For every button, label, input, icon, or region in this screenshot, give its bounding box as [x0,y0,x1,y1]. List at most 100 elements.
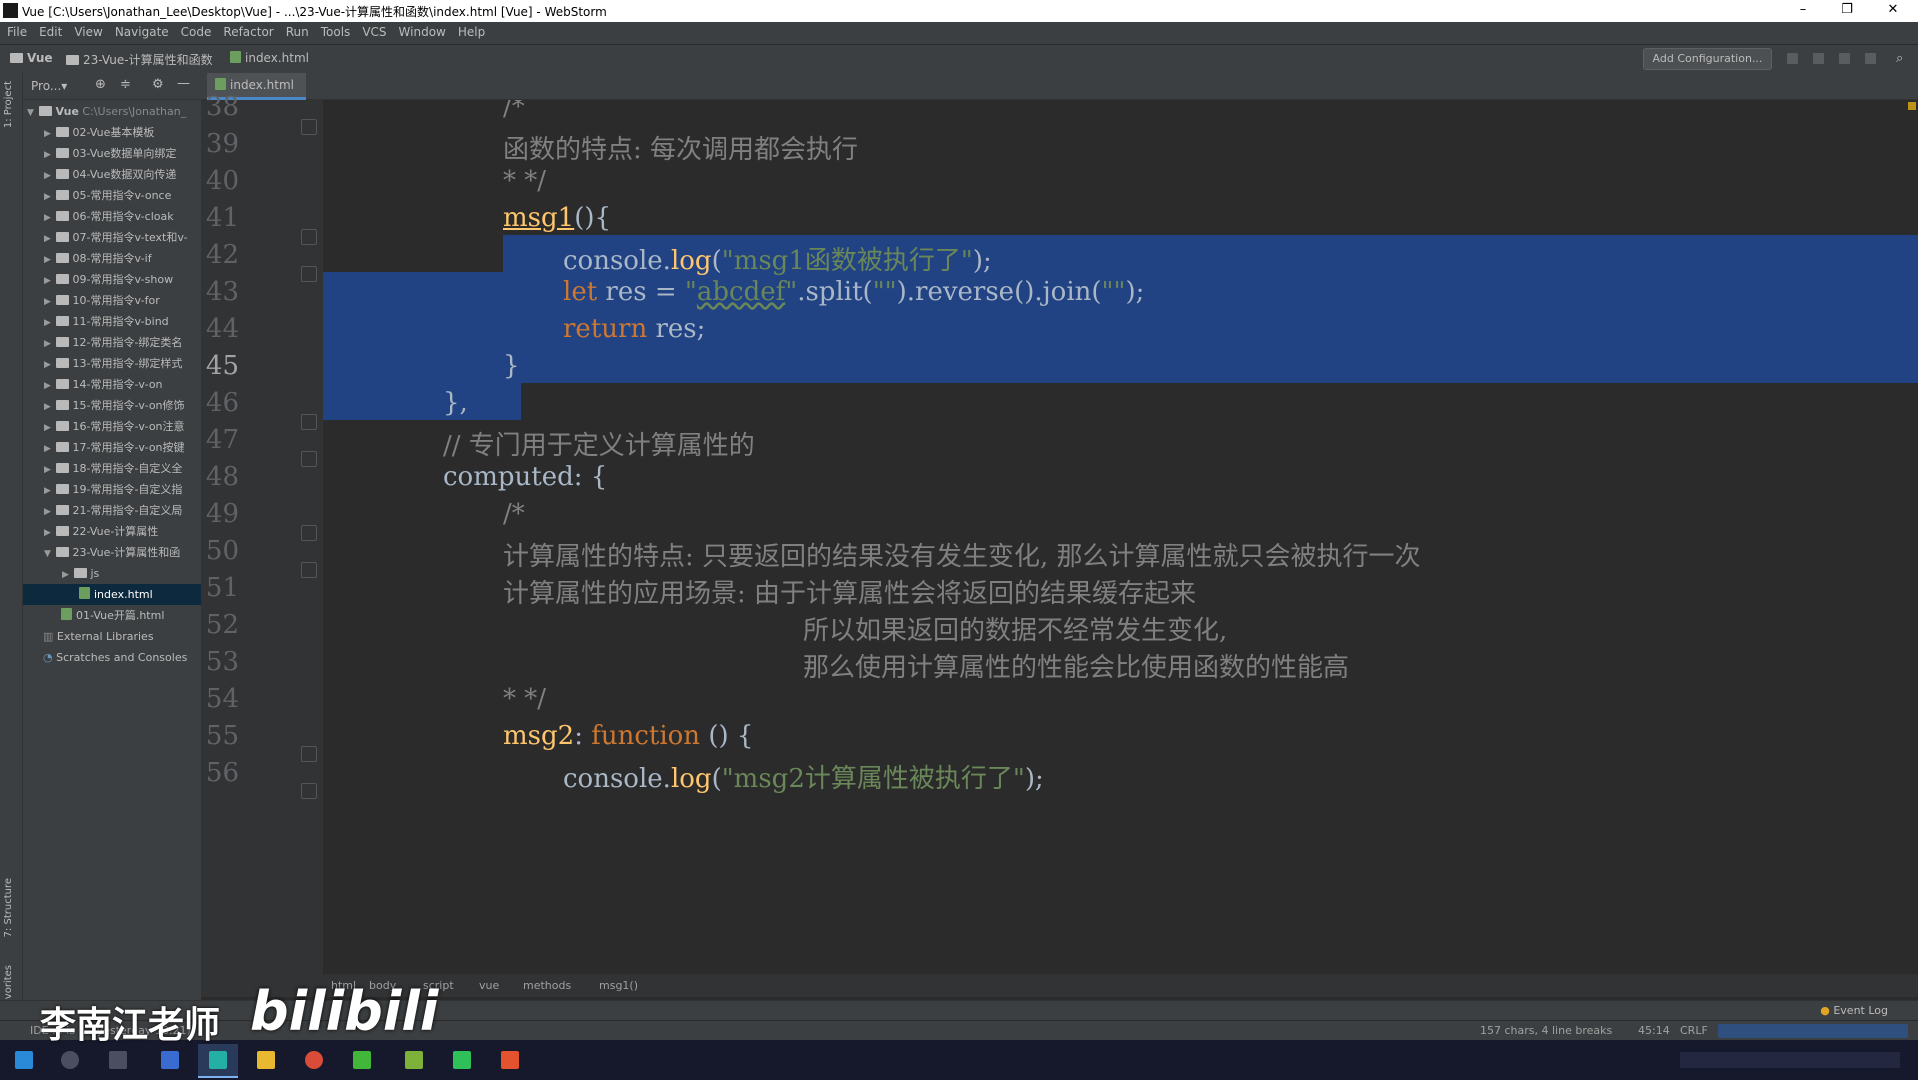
run-icon[interactable] [1787,53,1798,64]
taskbar-webstorm[interactable] [198,1044,238,1078]
tree-folder-item[interactable]: ▼ 23-Vue-计算属性和函 [23,542,201,563]
collapse-arrow-icon[interactable]: ▶ [43,208,52,229]
tree-folder-item[interactable]: ▶ 14-常用指令-v-on [23,374,201,395]
code-editor[interactable]: /* 函数的特点: 每次调用都会执行 * */ msg1(){ console.… [323,100,1918,974]
collapse-arrow-icon[interactable]: ▶ [43,271,52,292]
menu-vcs[interactable]: VCS [355,22,391,39]
menu-run[interactable]: Run [279,22,314,39]
tree-folder-item[interactable]: ▶ 05-常用指令v-once [23,185,201,206]
collapse-arrow-icon[interactable]: ▶ [43,460,52,481]
collapse-arrow-icon[interactable]: ▶ [43,145,52,166]
collapse-arrow-icon[interactable]: ▶ [61,565,70,586]
tree-folder-item[interactable]: ▶ 17-常用指令-v-on按键 [23,437,201,458]
tree-folder-item[interactable]: ▶ 22-Vue-计算属性 [23,521,201,542]
collapse-icon[interactable]: ≑ [120,77,131,92]
tree-folder-item[interactable]: ▶ 18-常用指令-自定义全 [23,458,201,479]
tree-item-01-html[interactable]: 01-Vue开篇.html [23,605,201,626]
hide-icon[interactable]: — [177,76,190,91]
tree-folder-item[interactable]: ▶ 13-常用指令-绑定样式 [23,353,201,374]
collapse-arrow-icon[interactable]: ▶ [43,502,52,523]
tree-folder-item[interactable]: ▶ 08-常用指令v-if [23,248,201,269]
close-button[interactable]: ✕ [1873,0,1913,22]
nav-crumb-file[interactable]: index.html [230,51,309,65]
collapse-arrow-icon[interactable]: ▶ [43,355,52,376]
add-configuration-button[interactable]: Add Configuration... [1643,48,1772,70]
tree-scratches[interactable]: ◔ Scratches and Consoles [23,647,201,668]
taskbar-wechat[interactable] [342,1044,382,1076]
collapse-arrow-icon[interactable]: ▶ [43,313,52,334]
fold-marker-icon[interactable] [301,119,317,135]
line-separator[interactable]: CRLF [1680,1024,1708,1037]
start-button[interactable] [4,1044,44,1076]
taskbar-app-1[interactable] [150,1044,190,1076]
event-log-button[interactable]: ● Event Log [1820,1004,1888,1017]
collapse-arrow-icon[interactable]: ▶ [43,166,52,187]
task-view-button[interactable] [98,1044,138,1076]
tree-folder-item[interactable]: ▶ 21-常用指令-自定义局 [23,500,201,521]
taskbar-app-3[interactable] [442,1044,482,1076]
locate-icon[interactable]: ⊕ [95,77,106,92]
system-tray[interactable] [1680,1052,1900,1068]
fold-marker-icon[interactable] [301,525,317,541]
tree-folder-item[interactable]: ▶ 09-常用指令v-show [23,269,201,290]
ime-toolbar-icon[interactable] [1718,1024,1908,1038]
tree-folder-item[interactable]: ▶ 15-常用指令-v-on修饰 [23,395,201,416]
fold-marker-icon[interactable] [301,414,317,430]
menu-help[interactable]: Help [451,22,490,39]
collapse-arrow-icon[interactable]: ▶ [43,124,52,145]
fold-marker-icon[interactable] [301,451,317,467]
expand-arrow-icon[interactable]: ▼ [43,544,52,565]
project-tool-button[interactable]: 1: Project [3,81,14,128]
collapse-arrow-icon[interactable]: ▶ [43,418,52,439]
nav-crumb-folder[interactable]: 23-Vue-计算属性和函数 [66,51,213,68]
tree-folder-item[interactable]: ▶ 12-常用指令-绑定类名 [23,332,201,353]
menu-navigate[interactable]: Navigate [108,22,174,39]
tree-external-libraries[interactable]: ▥ External Libraries [23,626,201,647]
tree-folder-item[interactable]: ▶ 06-常用指令v-cloak [23,206,201,227]
caret-position[interactable]: 45:14 [1638,1024,1670,1037]
stop-icon[interactable] [1865,53,1876,64]
collapse-arrow-icon[interactable]: ▶ [43,229,52,250]
tree-folder-item[interactable]: ▶ 04-Vue数据双向传递 [23,164,201,185]
collapse-arrow-icon[interactable]: ▶ [43,376,52,397]
taskbar-explorer[interactable] [246,1044,286,1076]
menu-code[interactable]: Code [174,22,217,39]
collapse-arrow-icon[interactable]: ▶ [43,250,52,271]
tree-folder-item[interactable]: ▶ 16-常用指令-v-on注意 [23,416,201,437]
menu-file[interactable]: File [0,22,32,39]
collapse-arrow-icon[interactable]: ▶ [43,397,52,418]
tree-folder-item[interactable]: ▶ 19-常用指令-自定义指 [23,479,201,500]
minimize-button[interactable]: – [1783,0,1823,22]
search-button[interactable] [50,1044,90,1076]
gear-icon[interactable]: ⚙ [152,77,164,92]
tree-folder-item[interactable]: ▶ 03-Vue数据单向绑定 [23,143,201,164]
menu-tools[interactable]: Tools [314,22,356,39]
taskbar-app-4[interactable] [490,1044,530,1076]
coverage-icon[interactable] [1839,53,1850,64]
collapse-arrow-icon[interactable]: ▶ [43,292,52,313]
tree-folder-item[interactable]: ▶ 11-常用指令v-bind [23,311,201,332]
breadcrumb-vue[interactable]: vue [479,979,499,992]
expand-arrow-icon[interactable]: ▼ [26,103,35,124]
menu-view[interactable]: View [67,22,107,39]
collapse-arrow-icon[interactable]: ▶ [43,334,52,355]
collapse-arrow-icon[interactable]: ▶ [43,439,52,460]
fold-marker-icon[interactable] [301,746,317,762]
collapse-arrow-icon[interactable]: ▶ [43,523,52,544]
tree-item-index-html[interactable]: index.html [23,584,201,605]
tree-root[interactable]: ▼ Vue C:\Users\Jonathan_ [23,101,201,122]
maximize-button[interactable]: ❐ [1827,0,1867,22]
tree-folder-item[interactable]: ▶ 07-常用指令v-text和v- [23,227,201,248]
fold-marker-icon[interactable] [301,266,317,282]
fold-marker-icon[interactable] [301,783,317,799]
inspection-warning-icon[interactable] [1908,102,1916,110]
debug-icon[interactable] [1813,53,1824,64]
tree-folder-item[interactable]: ▶ 10-常用指令v-for [23,290,201,311]
collapse-arrow-icon[interactable]: ▶ [43,481,52,502]
project-view-selector[interactable]: Pro...▾ [31,79,67,93]
taskbar-chrome[interactable] [294,1044,334,1076]
menu-edit[interactable]: Edit [32,22,67,39]
tree-folder-item[interactable]: ▶ 02-Vue基本模板 [23,122,201,143]
fold-marker-icon[interactable] [301,562,317,578]
structure-tool-button[interactable]: 7: Structure [3,878,14,937]
